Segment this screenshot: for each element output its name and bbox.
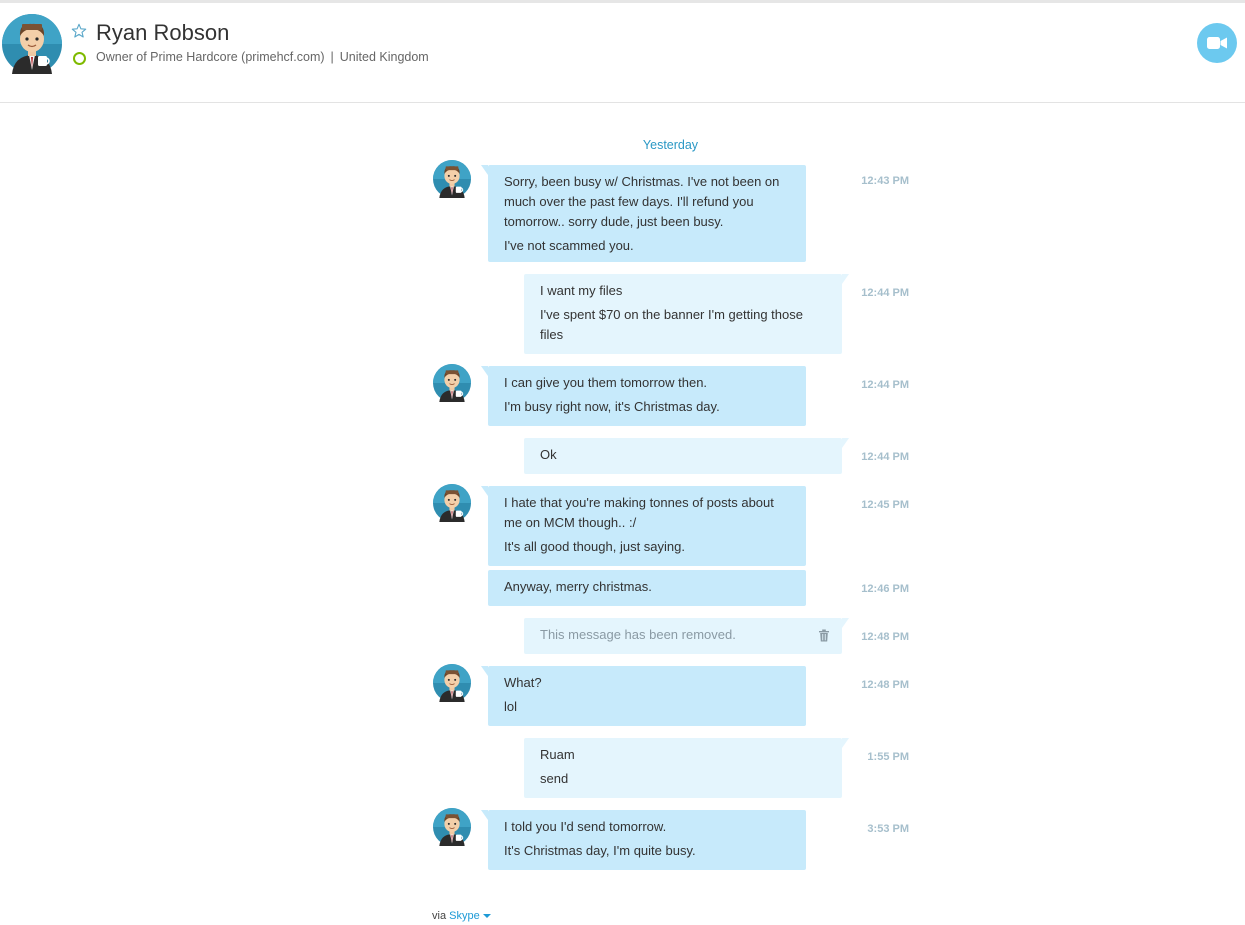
contact-name[interactable]: Ryan Robson <box>96 20 229 46</box>
removed-message-bubble[interactable]: This message has been removed. <box>524 618 849 654</box>
message-timestamp: 3:53 PM <box>867 823 909 835</box>
message-text: I've spent $70 on the banner I'm getting… <box>540 307 803 342</box>
message-timestamp: 12:44 PM <box>861 451 909 463</box>
message-avatar[interactable] <box>433 808 471 846</box>
message-timestamp: 12:44 PM <box>861 379 909 391</box>
contact-location: United Kingdom <box>339 50 429 64</box>
message-bubble-incoming[interactable]: Anyway, merry christmas. <box>488 570 806 606</box>
message-text: Sorry, been busy w/ Christmas. I've not … <box>504 174 780 229</box>
message-timestamp: 12:43 PM <box>861 175 909 187</box>
message-bubble-incoming[interactable]: I hate that you're making tonnes of post… <box>481 486 806 566</box>
message-text: Ok <box>540 447 557 462</box>
message-text: I told you I'd send tomorrow. <box>504 819 667 834</box>
message-text: What? <box>504 675 542 690</box>
removed-message-text: This message has been removed. <box>540 627 736 642</box>
via-label: via <box>432 910 447 922</box>
favorite-star-icon[interactable] <box>71 23 87 39</box>
message-text: I'm busy right now, it's Christmas day. <box>504 399 720 414</box>
message-text: Anyway, merry christmas. <box>504 579 652 594</box>
message-text: I want my files <box>540 283 623 298</box>
message-bubble-incoming[interactable]: I told you I'd send tomorrow. It's Chris… <box>481 810 806 870</box>
message-text: Ruam <box>540 747 575 762</box>
mood-separator: | <box>330 50 334 64</box>
message-timestamp: 12:44 PM <box>861 287 909 299</box>
conversation-header: Ryan Robson Owner of Prime Hardcore (pri… <box>0 3 1245 103</box>
message-avatar[interactable] <box>433 364 471 402</box>
via-service-footer: via Skype <box>432 910 491 922</box>
service-selector[interactable]: Skype <box>449 910 491 922</box>
message-bubble-outgoing[interactable]: Ruam send <box>524 738 849 798</box>
message-bubble-incoming[interactable]: Sorry, been busy w/ Christmas. I've not … <box>481 165 806 262</box>
trash-icon <box>819 629 829 642</box>
video-call-icon <box>1207 37 1227 49</box>
presence-icon <box>73 52 86 65</box>
message-timestamp: 12:45 PM <box>861 499 909 511</box>
message-text: I can give you them tomorrow then. <box>504 375 708 390</box>
contact-avatar[interactable] <box>2 14 62 74</box>
message-bubble-incoming[interactable]: I can give you them tomorrow then. I'm b… <box>481 366 806 426</box>
message-text: lol <box>504 699 518 714</box>
message-text: I hate that you're making tonnes of post… <box>504 495 774 530</box>
message-timestamp: 12:46 PM <box>861 583 909 595</box>
message-avatar[interactable] <box>433 484 471 522</box>
date-separator: Yesterday <box>642 138 699 152</box>
message-timestamp: 12:48 PM <box>861 679 909 691</box>
message-bubble-outgoing[interactable]: I want my files I've spent $70 on the ba… <box>524 274 849 354</box>
message-text: It's Christmas day, I'm quite busy. <box>504 843 696 858</box>
message-timestamp: 12:48 PM <box>861 631 909 643</box>
video-call-button[interactable] <box>1197 23 1237 63</box>
message-text: It's all good though, just saying. <box>504 539 685 554</box>
contact-mood-line: Owner of Prime Hardcore (primehcf.com) | U… <box>96 50 429 64</box>
message-timestamp: 1:55 PM <box>867 751 909 763</box>
mood-message: Owner of Prime Hardcore (primehcf.com) <box>96 50 325 64</box>
message-text: send <box>540 771 569 786</box>
dropdown-caret-icon <box>482 914 491 919</box>
message-bubble-outgoing[interactable]: Ok <box>524 438 849 474</box>
message-bubble-incoming[interactable]: What? lol <box>481 666 806 726</box>
message-text: I've not scammed you. <box>504 238 634 253</box>
message-avatar[interactable] <box>433 160 471 198</box>
message-avatar[interactable] <box>433 664 471 702</box>
service-name: Skype <box>449 910 480 922</box>
